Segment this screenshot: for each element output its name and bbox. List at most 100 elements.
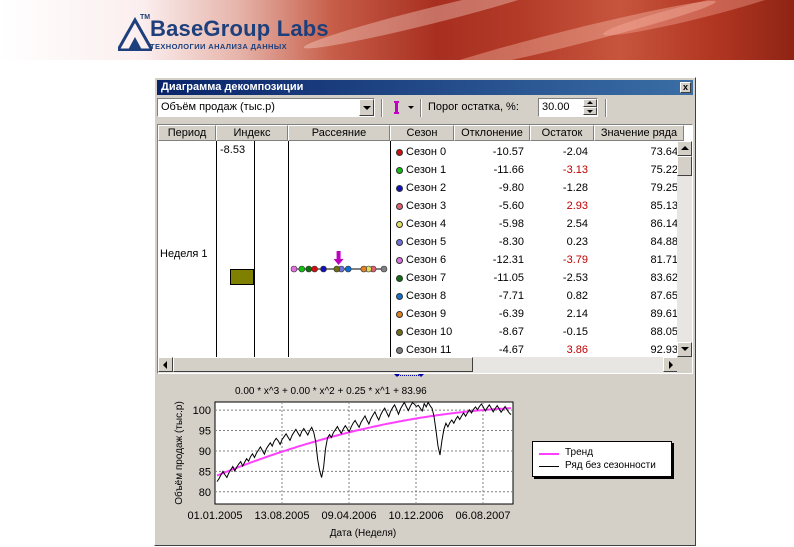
scatter-point — [344, 265, 352, 273]
season-name: Сезон 8 — [406, 290, 447, 302]
series-value-cell: 86.14 — [650, 218, 678, 230]
toolbar-separator — [381, 99, 383, 117]
y-axis-label: Объём продаж (тыс.р) — [173, 401, 185, 505]
series-value-cell: 88.05 — [650, 326, 678, 338]
logo-trademark: TM — [140, 14, 151, 21]
horizontal-scroll-thumb[interactable] — [173, 357, 473, 372]
table-row[interactable]: Сезон 4 -5.98 2.54 86.14 — [390, 216, 678, 234]
remainder-cell: -0.15 — [562, 326, 588, 338]
x-tick-label: 09.04.2006 — [321, 510, 376, 522]
x-tick-label: 06.08.2007 — [455, 510, 510, 522]
column-header-period[interactable]: Период — [158, 125, 216, 141]
remainder-cell: 2.93 — [566, 200, 588, 212]
scatter-point — [305, 265, 313, 273]
legend-trend-swatch — [539, 453, 559, 455]
y-tick-label: 95 — [199, 426, 211, 438]
table-row[interactable]: Сезон 10 -8.67 -0.15 88.05 — [390, 324, 678, 342]
spin-up-button[interactable] — [583, 99, 597, 107]
season-name: Сезон 11 — [406, 344, 452, 356]
season-color-icon — [396, 149, 403, 156]
toolbar: Объём продаж (тыс.р) Порог остатка, %: 3… — [157, 97, 693, 119]
close-button[interactable]: x — [680, 82, 691, 93]
deviation-cell: -5.60 — [498, 200, 524, 212]
table-row[interactable]: Сезон 9 -6.39 2.14 89.61 — [390, 306, 678, 324]
remainder-cell: -1.28 — [562, 182, 588, 194]
scatter-point — [380, 265, 388, 273]
vertical-scrollbar[interactable] — [677, 141, 692, 357]
table-row[interactable]: Сезон 1 -11.66 -3.13 75.22 — [390, 162, 678, 180]
scroll-up-button[interactable] — [677, 141, 692, 156]
logo-brand-name: BaseGroup Labs — [150, 16, 329, 41]
scroll-down-button[interactable] — [677, 342, 692, 357]
table-row[interactable]: Сезон 7 -11.05 -2.53 83.62 — [390, 270, 678, 288]
threshold-spin-input[interactable]: 30.00 — [538, 98, 598, 117]
y-tick-label: 90 — [199, 446, 211, 458]
table-row[interactable]: Сезон 0 -10.57 -2.04 73.64 — [390, 144, 678, 162]
grid-header: Период Индекс Рассеяние Сезон Отклонение… — [158, 125, 684, 141]
series-value-cell: 92.93 — [650, 344, 678, 356]
remainder-cell: 0.23 — [566, 236, 588, 248]
season-color-icon — [396, 221, 403, 228]
toolbar-separator — [605, 99, 607, 117]
deviation-cell: -9.80 — [498, 182, 524, 194]
table-row[interactable]: Сезон 3 -5.60 2.93 85.13 — [390, 198, 678, 216]
table-row[interactable]: Сезон 8 -7.71 0.82 87.65 — [390, 288, 678, 306]
remainder-cell: -2.53 — [562, 272, 588, 284]
season-color-icon — [396, 293, 403, 300]
deviation-cell: -11.66 — [493, 164, 524, 176]
season-color-icon — [396, 203, 403, 210]
banner-streak — [601, 0, 794, 42]
column-header-season[interactable]: Сезон — [390, 125, 454, 141]
horizontal-scrollbar[interactable] — [158, 357, 678, 373]
series-select[interactable]: Объём продаж (тыс.р) — [157, 98, 375, 117]
splitter-grip-icon[interactable] — [394, 374, 424, 378]
decomposition-grid[interactable]: Период Индекс Рассеяние Сезон Отклонение… — [157, 124, 693, 374]
column-header-index[interactable]: Индекс — [216, 125, 288, 141]
series-value-cell: 87.65 — [650, 290, 678, 302]
grid-divider — [216, 141, 217, 357]
trend-formula: 0.00 * x^3 + 0.00 * x^2 + 0.25 * x^1 + 8… — [235, 386, 427, 397]
window-titlebar[interactable]: Диаграмма декомпозиции x — [157, 80, 693, 95]
index-top-label: -8.53 — [220, 144, 246, 156]
scatter-point — [320, 265, 327, 273]
series-dropdown-button[interactable] — [359, 99, 374, 116]
table-row[interactable]: Сезон 6 -12.31 -3.79 81.71 — [390, 252, 678, 270]
season-name: Сезон 1 — [406, 164, 447, 176]
series-value-cell: 84.88 — [650, 236, 678, 248]
scatter-point — [333, 265, 341, 273]
deviation-cell: -8.30 — [498, 236, 524, 248]
remainder-cell: -3.13 — [562, 164, 588, 176]
toolbar-separator — [420, 99, 422, 117]
column-header-series-value[interactable]: Значение ряда — [594, 125, 684, 141]
column-header-remainder[interactable]: Остаток — [530, 125, 594, 141]
season-color-icon — [396, 329, 403, 336]
x-axis-label: Дата (Неделя) — [330, 528, 396, 539]
deviation-cell: -4.67 — [498, 344, 524, 356]
x-tick-label: 10.12.2006 — [388, 510, 443, 522]
window-title: Диаграмма декомпозиции — [161, 81, 304, 93]
marker-icon[interactable] — [389, 99, 405, 117]
table-row[interactable]: Сезон 11 -4.67 3.86 92.93 — [390, 342, 678, 357]
scroll-right-button[interactable] — [663, 357, 678, 372]
series-value-cell: 75.22 — [650, 164, 678, 176]
spin-down-button[interactable] — [583, 107, 597, 115]
remainder-cell: -2.04 — [562, 146, 588, 158]
table-row[interactable]: Сезон 2 -9.80 -1.28 79.25 — [390, 180, 678, 198]
deviation-cell: -12.31 — [492, 254, 524, 266]
table-row[interactable]: Сезон 5 -8.30 0.23 84.88 — [390, 234, 678, 252]
chevron-down-icon[interactable] — [408, 106, 414, 109]
scatter-plot — [290, 251, 388, 273]
column-header-scatter[interactable]: Рассеяние — [288, 125, 390, 141]
deviation-cell: -7.71 — [498, 290, 524, 302]
decomposition-window: Диаграмма декомпозиции x Объём продаж (т… — [154, 77, 696, 546]
period-label: Неделя 1 — [160, 248, 208, 260]
column-header-deviation[interactable]: Отклонение — [454, 125, 530, 141]
logo-tagline: ТЕХНОЛОГИИ АНАЛИЗА ДАННЫХ — [150, 42, 287, 51]
season-color-icon — [396, 185, 403, 192]
series-value-cell: 73.64 — [650, 146, 678, 158]
season-name: Сезон 3 — [406, 200, 447, 212]
threshold-label: Порог остатка, %: — [428, 101, 519, 113]
scroll-left-button[interactable] — [158, 357, 173, 372]
series-value-cell: 81.71 — [650, 254, 678, 266]
vertical-scroll-thumb[interactable] — [677, 156, 692, 176]
